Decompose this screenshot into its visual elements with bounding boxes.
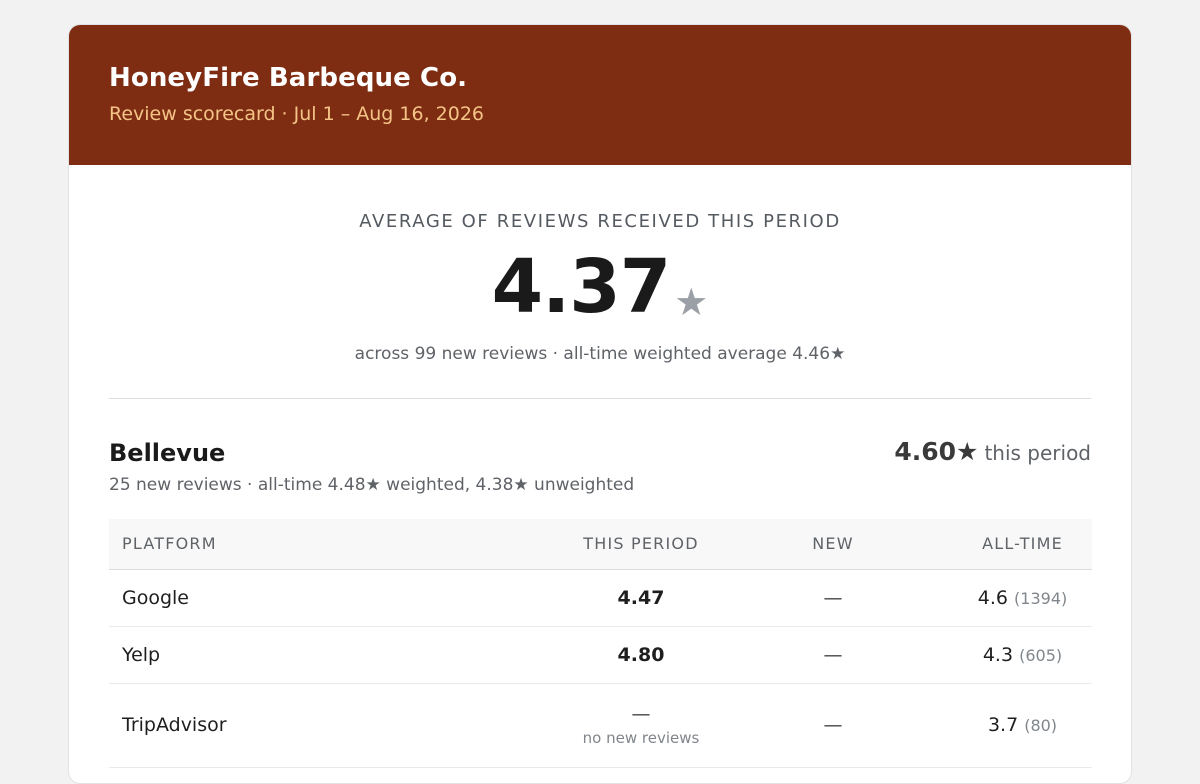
all-time-cell: 4.3 (605) — [953, 626, 1092, 684]
new-count: — — [713, 626, 953, 684]
all-time-cell: 3.7 (80) — [953, 683, 1092, 768]
location-subtext: 25 new reviews · all-time 4.48★ weighted… — [109, 475, 635, 495]
brand-title: HoneyFire Barbeque Co. — [109, 63, 468, 93]
column-header-this-period: THIS PERIOD — [569, 519, 713, 570]
all-time-score: 3.7 — [987, 714, 1019, 736]
new-count: — — [713, 683, 953, 768]
column-header-all-time: ALL-TIME — [953, 519, 1092, 570]
period-cell: — no new reviews — [569, 683, 713, 768]
all-time-score: 4.6 — [977, 586, 1008, 609]
divider — [109, 398, 1091, 399]
period-score: 4.80 — [569, 626, 713, 684]
review-count: (605) — [1019, 645, 1063, 665]
table-row: Yelp 4.80 — 4.3 (605) — [109, 626, 1092, 684]
period-score: 4.47 — [569, 569, 713, 627]
summary-label: AVERAGE OF REVIEWS RECEIVED THIS PERIOD — [359, 211, 841, 232]
table-row: TripAdvisor — no new reviews — 3.7 (80) — [109, 683, 1092, 768]
platform-name: TripAdvisor — [109, 683, 569, 768]
platform-name: Yelp — [109, 626, 569, 684]
review-count: (80) — [1024, 716, 1058, 735]
average-score: 4.37 — [491, 244, 672, 330]
table-header-row: PLATFORM THIS PERIOD NEW ALL-TIME — [109, 519, 1092, 570]
no-new-reviews-note: no new reviews — [582, 729, 700, 747]
new-count: — — [713, 569, 953, 627]
location-score: 4.60★ this period — [894, 437, 1091, 466]
column-header-new: NEW — [713, 519, 953, 570]
location-score-value: 4.60★ — [894, 437, 979, 466]
review-count: (1394) — [1014, 588, 1068, 608]
platform-table: PLATFORM THIS PERIOD NEW ALL-TIME Google… — [109, 519, 1092, 768]
location-score-suffix: this period — [984, 441, 1091, 465]
all-time-cell: 4.6 (1394) — [953, 569, 1092, 627]
star-icon: ★ — [674, 280, 709, 324]
summary-section: AVERAGE OF REVIEWS RECEIVED THIS PERIOD … — [69, 165, 1131, 364]
location-header: Bellevue 4.60★ this period — [109, 437, 1091, 469]
column-header-platform: PLATFORM — [109, 519, 569, 570]
period-score: — — [631, 703, 651, 725]
platform-name: Google — [109, 569, 569, 627]
scorecard-card: HoneyFire Barbeque Co. Review scorecard … — [68, 24, 1132, 784]
header-banner: HoneyFire Barbeque Co. Review scorecard … — [69, 25, 1131, 165]
location-name: Bellevue — [109, 439, 226, 467]
all-time-score: 4.3 — [982, 643, 1014, 666]
table-row: Google 4.47 — 4.6 (1394) — [109, 569, 1092, 627]
summary-score-row: 4.37 ★ — [69, 246, 1131, 328]
summary-subtext: across 99 new reviews · all-time weighte… — [354, 344, 846, 364]
report-subtitle: Review scorecard · Jul 1 – Aug 16, 2026 — [109, 103, 485, 125]
